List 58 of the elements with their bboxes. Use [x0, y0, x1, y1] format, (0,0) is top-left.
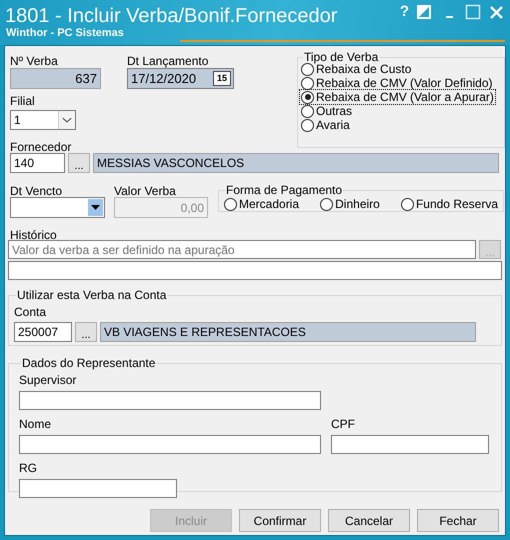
field-label: Nome	[19, 417, 52, 432]
field-label: RG	[19, 461, 38, 476]
close-icon[interactable]	[489, 4, 504, 20]
dialog-button[interactable]: Confirmar	[239, 509, 321, 532]
radio-option[interactable]: Avaria	[300, 118, 351, 132]
field-label: Dt Lançamento	[127, 54, 210, 68]
date-field[interactable]: 17/12/2020 15	[127, 68, 234, 89]
window-mode-icon[interactable]	[417, 5, 431, 19]
radio-icon[interactable]	[301, 118, 314, 132]
dialog-button[interactable]: Cancelar	[328, 509, 410, 532]
field-label: Valor Verba	[114, 186, 177, 197]
lookup-button[interactable]: ...	[75, 322, 97, 342]
radio-option[interactable]: Outras	[300, 104, 354, 118]
radio-option[interactable]: Fundo Reserva	[400, 197, 499, 211]
field-label: Histórico	[10, 230, 58, 240]
radio-icon[interactable]	[224, 198, 237, 210]
radio-icon[interactable]	[301, 104, 314, 118]
radio-icon[interactable]	[320, 198, 334, 210]
dialog-button[interactable]: Fechar	[417, 509, 499, 532]
radio-icon[interactable]	[400, 198, 414, 210]
field-label: CPF	[331, 417, 356, 432]
calendar-button[interactable]: 15	[213, 71, 231, 86]
radio-icon[interactable]	[301, 90, 314, 104]
field-label: Nº Verba	[10, 54, 59, 68]
verba-number-field[interactable]: 637	[10, 68, 101, 89]
group-legend: Dados do Representante	[21, 357, 156, 370]
account-name-field[interactable]: VB VIAGENS E REPRESENTACOES	[100, 322, 476, 342]
field-label: Supervisor	[19, 373, 78, 388]
radio-icon[interactable]	[301, 62, 314, 76]
supplier-name-field[interactable]: MESSIAS VASCONCELOS	[93, 153, 499, 173]
window-title: 1801 - Incluir Verba/Bonif.Fornecedor	[5, 5, 338, 27]
radio-option[interactable]: Dinheiro	[319, 197, 381, 211]
field-label: Dt Vencto	[10, 186, 64, 197]
text-field[interactable]	[19, 391, 321, 410]
field-label: Conta	[14, 304, 48, 320]
radio-option[interactable]: Rebaixa de CMV (Valor a Apurar)	[300, 90, 495, 104]
due-date-dropdown[interactable]	[10, 197, 105, 218]
supplier-code-field[interactable]: 140	[10, 153, 65, 173]
group-legend: Forma de Pagamento	[225, 184, 344, 197]
history-field[interactable]	[8, 261, 502, 280]
field-label: Fornecedor	[10, 142, 72, 153]
lookup-button[interactable]: ...	[68, 153, 90, 173]
text-field[interactable]	[19, 479, 177, 498]
radio-option[interactable]: Rebaixa de CMV (Valor Definido)	[300, 76, 494, 90]
account-code-field[interactable]: 250007	[14, 322, 72, 342]
radio-option[interactable]: Rebaixa de Custo	[300, 62, 412, 76]
field-label: Filial	[10, 94, 36, 108]
text-field[interactable]	[19, 435, 321, 454]
branch-dropdown[interactable]: 1	[10, 110, 76, 130]
history-field[interactable]: Valor da verba a ser definido na apuração	[8, 240, 476, 259]
radio-icon[interactable]	[301, 76, 314, 90]
text-field[interactable]	[331, 435, 489, 454]
window-subtitle: Winthor - PC Sistemas	[5, 27, 125, 40]
radio-option[interactable]: Mercadoria	[223, 197, 300, 211]
chevron-down-icon	[58, 111, 75, 129]
group-legend: Utilizar esta Verba na Conta	[16, 289, 168, 302]
group-legend: Tipo de Verba	[303, 51, 380, 64]
maximize-icon[interactable]	[465, 4, 481, 20]
